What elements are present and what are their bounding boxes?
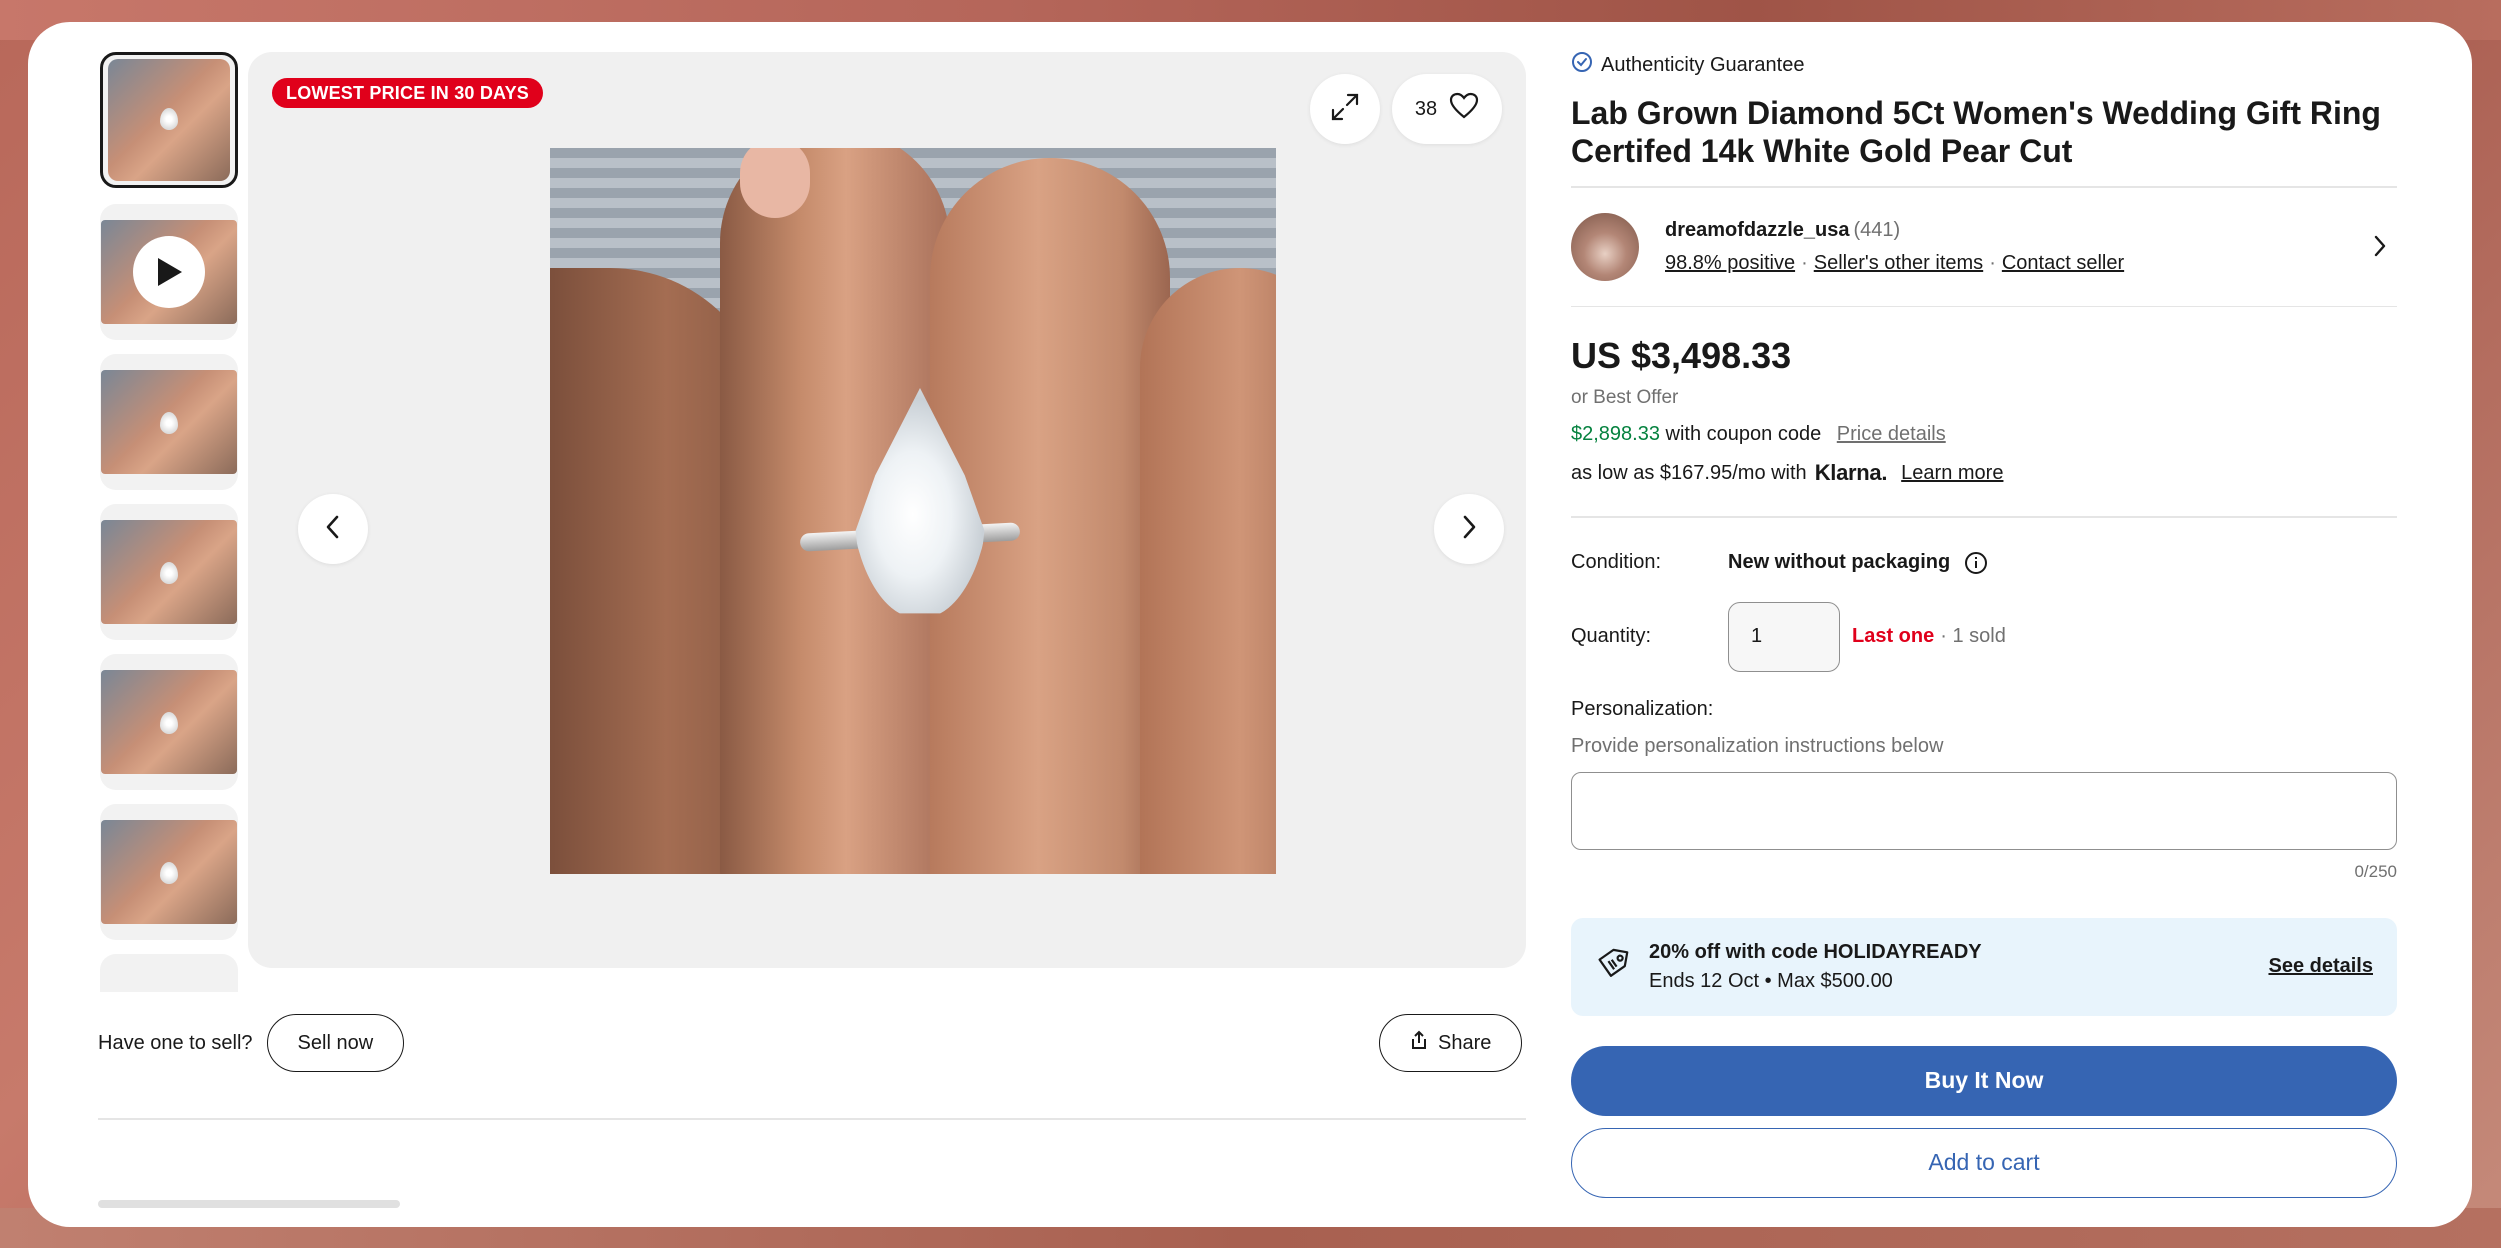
quantity-row: Quantity: 1 Last one · 1 sold	[1571, 601, 2397, 672]
contact-seller-link[interactable]: Contact seller	[2002, 252, 2124, 274]
chevron-left-icon	[324, 514, 342, 545]
condition-label: Condition:	[1571, 551, 1662, 573]
separator-dot: ·	[1989, 251, 1996, 274]
thumbnail-image	[101, 820, 237, 924]
item-details: Authenticity Guarantee Lab Grown Diamond…	[1571, 52, 2397, 1198]
lowest-price-badge: LOWEST PRICE IN 30 DAYS	[272, 78, 543, 108]
separator-dot: ·	[1801, 251, 1808, 274]
seller-feedback-count: (441)	[1853, 218, 1901, 241]
thumbnail-video[interactable]	[100, 204, 238, 340]
promo-title: 20% off with code HOLIDAYREADY	[1649, 940, 1982, 963]
thumbnail-4[interactable]	[100, 504, 238, 640]
divider	[1571, 305, 2397, 307]
character-counter: 0/250	[2354, 861, 2397, 881]
last-one-label: Last one	[1852, 625, 1935, 647]
quantity-label: Quantity:	[1571, 625, 1652, 647]
klarna-logo: Klarna.	[1814, 460, 1888, 485]
fingernail-image-part	[740, 148, 810, 218]
thumbnail-image	[108, 59, 230, 181]
authenticity-guarantee[interactable]: Authenticity Guarantee	[1571, 52, 2397, 78]
sell-now-button[interactable]: Sell now	[266, 1014, 405, 1072]
personalization-input[interactable]	[1571, 771, 2397, 850]
klarna-prefix: as low as $167.95/mo with	[1571, 461, 1807, 484]
listing-card: LOWEST PRICE IN 30 DAYS 38 Have one to s…	[28, 22, 2472, 1227]
fullscreen-button[interactable]	[1310, 74, 1380, 144]
buy-it-now-button[interactable]: Buy It Now	[1571, 1045, 2397, 1116]
thumbnail-7[interactable]	[100, 954, 238, 992]
klarna-row: as low as $167.95/mo with Klarna. Learn …	[1571, 460, 2397, 486]
coupon-row: $2,898.33 with coupon code Price details	[1571, 423, 2397, 446]
thumbnail-3[interactable]	[100, 354, 238, 490]
listing-title: Lab Grown Diamond 5Ct Women's Wedding Gi…	[1571, 95, 2381, 169]
divider	[1571, 516, 2397, 518]
heart-icon	[1449, 92, 1479, 126]
seller-name-row: dreamofdazzle_usa (441)	[1665, 219, 2124, 242]
seller-card[interactable]: dreamofdazzle_usa (441) 98.8% positive · Se…	[1571, 188, 2397, 306]
coupon-text: with coupon code	[1665, 423, 1822, 445]
personalization-label: Personalization:	[1571, 697, 1714, 720]
see-details-link[interactable]: See details	[2268, 955, 2373, 978]
thumbnail-6[interactable]	[100, 804, 238, 940]
share-icon	[1410, 1030, 1428, 1056]
chevron-right-icon	[1460, 514, 1478, 545]
quantity-input[interactable]: 1	[1728, 601, 1840, 672]
item-price: US $3,498.33	[1571, 335, 1792, 376]
add-to-cart-button[interactable]: Add to cart	[1571, 1127, 2397, 1198]
chevron-right-icon[interactable]	[2373, 234, 2387, 263]
horizontal-scrollbar[interactable]	[98, 1200, 400, 1208]
watch-button[interactable]: 38	[1392, 74, 1502, 144]
image-gallery: LOWEST PRICE IN 30 DAYS 38	[248, 52, 1526, 968]
hand-image-part	[1140, 268, 1276, 874]
thumbnail-image	[101, 670, 237, 774]
promo-banner: 20% off with code HOLIDAYREADY Ends 12 O…	[1571, 917, 2397, 1016]
authenticity-label: Authenticity Guarantee	[1601, 53, 1805, 76]
thumbnail-1[interactable]	[100, 52, 238, 188]
thumbnail-image	[101, 370, 237, 474]
expand-icon	[1330, 92, 1360, 127]
main-product-image[interactable]	[550, 148, 1276, 874]
watch-count: 38	[1414, 97, 1438, 120]
personalization-hint: Provide personalization instructions bel…	[1571, 734, 1944, 757]
seller-avatar[interactable]	[1571, 212, 1639, 281]
next-image-button[interactable]	[1434, 494, 1504, 564]
play-icon	[133, 236, 205, 308]
condition-value: New without packaging	[1728, 551, 1951, 573]
previous-image-button[interactable]	[298, 494, 368, 564]
condition-row: Condition: New without packaging	[1571, 548, 2397, 578]
share-button[interactable]: Share	[1379, 1014, 1523, 1072]
sell-prompt: Have one to sell?	[98, 1031, 253, 1054]
best-offer-label: or Best Offer	[1571, 387, 1679, 408]
learn-more-link[interactable]: Learn more	[1901, 462, 2003, 485]
promo-subtitle: Ends 12 Oct • Max $500.00	[1649, 969, 1893, 992]
coupon-price: $2,898.33	[1571, 423, 1660, 445]
verified-badge-icon	[1571, 51, 1593, 79]
info-icon[interactable]	[1964, 551, 1988, 575]
thumbnail-image	[101, 520, 237, 624]
divider	[98, 1118, 1526, 1120]
thumbnail-strip[interactable]	[98, 52, 240, 992]
seller-other-items-link[interactable]: Seller's other items	[1814, 252, 1983, 274]
seller-name[interactable]: dreamofdazzle_usa	[1665, 219, 1850, 241]
promo-text: 20% off with code HOLIDAYREADY Ends 12 O…	[1649, 941, 1982, 993]
sell-row: Have one to sell? Sell now	[98, 1014, 405, 1072]
thumbnail-5[interactable]	[100, 654, 238, 790]
price-details-link[interactable]: Price details	[1837, 423, 1946, 445]
seller-links: 98.8% positive · Seller's other items · Cont…	[1665, 252, 2124, 275]
share-label: Share	[1438, 1031, 1492, 1054]
tag-icon	[1595, 946, 1631, 987]
seller-positive-link[interactable]: 98.8% positive	[1665, 252, 1795, 274]
sold-count: · 1 sold	[1940, 625, 2006, 647]
